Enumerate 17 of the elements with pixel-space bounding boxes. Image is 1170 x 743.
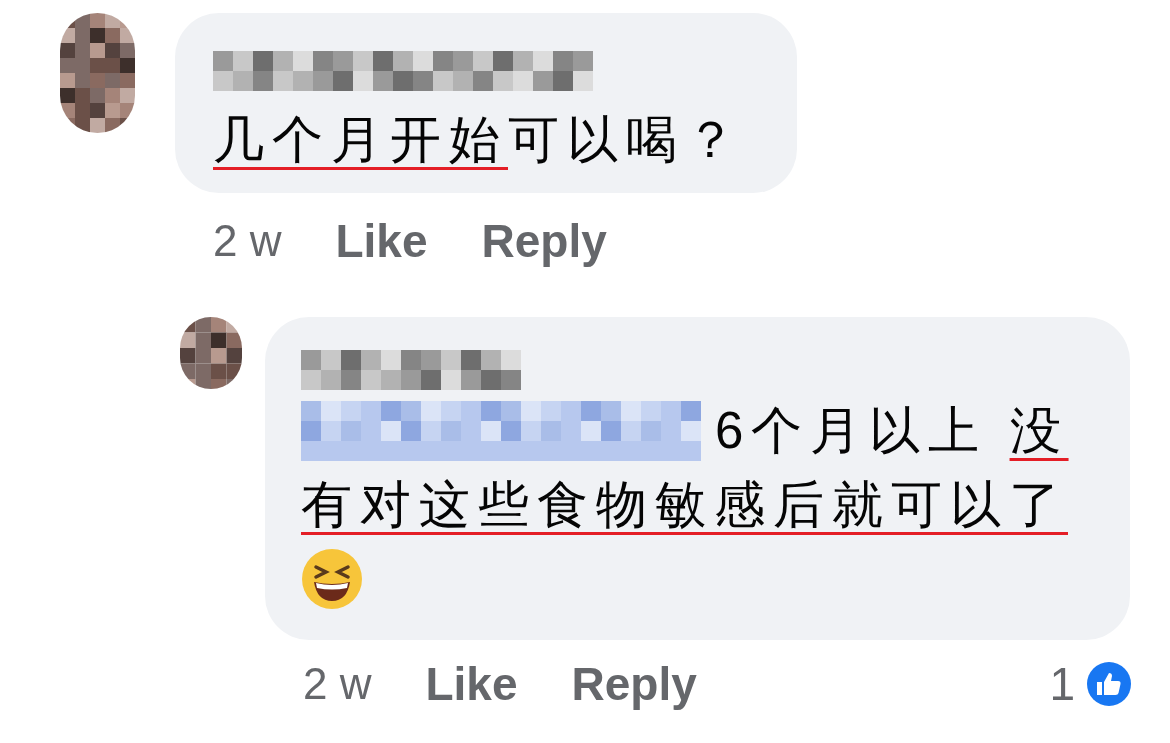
comment-text: 没: [1009, 401, 1069, 461]
timestamp[interactable]: 2 w: [303, 651, 372, 717]
reply-button[interactable]: Reply: [481, 206, 607, 276]
reply-button[interactable]: Reply: [571, 649, 697, 719]
comment-text: 6个月以上: [715, 401, 989, 461]
reaction-count[interactable]: 1: [1049, 649, 1075, 719]
comment-text: 几个月开始: [213, 110, 508, 170]
like-button[interactable]: Like: [335, 206, 428, 276]
avatar[interactable]: [60, 13, 135, 133]
laughing-emoji-icon: [301, 548, 363, 610]
timestamp[interactable]: 2 w: [213, 208, 282, 274]
comment-text: 可以喝？: [508, 110, 744, 170]
blurred-name[interactable]: [213, 51, 593, 91]
avatar[interactable]: [180, 317, 242, 389]
blurred-name[interactable]: [301, 350, 521, 390]
like-button[interactable]: Like: [425, 649, 518, 719]
comment-text: 有对这些食物敏感后就可以了: [301, 475, 1068, 535]
